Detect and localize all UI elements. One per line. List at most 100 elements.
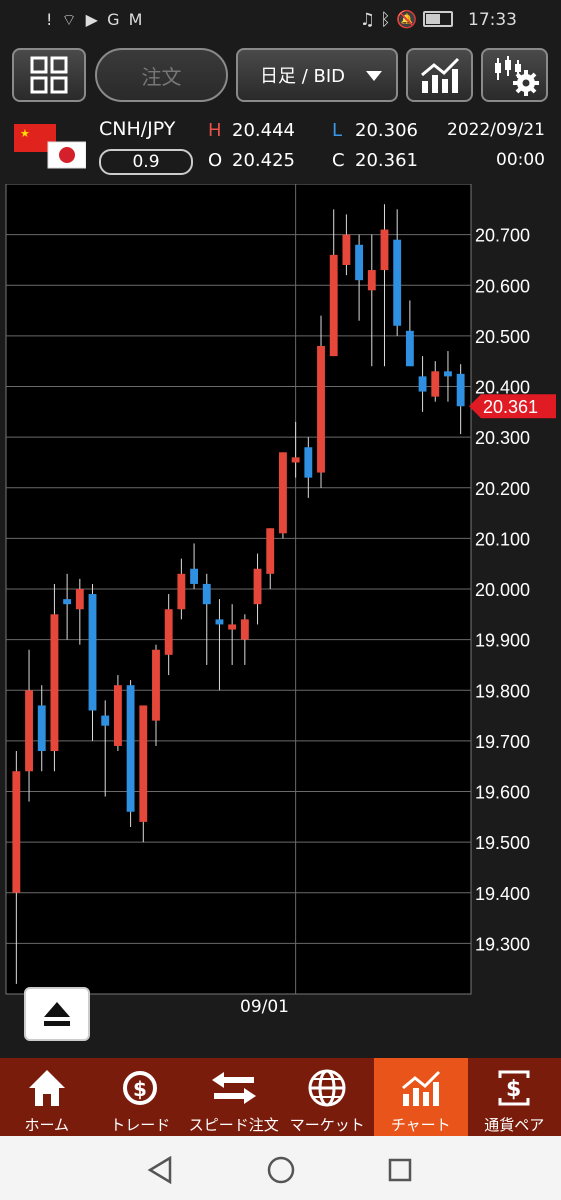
battery-icon bbox=[422, 11, 453, 27]
candle-body bbox=[215, 619, 224, 625]
nav-item-trade[interactable]: $ トレード bbox=[94, 1058, 188, 1136]
nav-label: 通貨ペア bbox=[484, 1116, 545, 1134]
svg-text:$: $ bbox=[133, 1077, 147, 1101]
y-axis-tick-label: 19.300 bbox=[475, 934, 530, 954]
y-axis-tick-label: 20.100 bbox=[475, 529, 530, 549]
headset-icon: ♫ bbox=[359, 10, 375, 30]
y-axis-tick-label: 20.600 bbox=[475, 276, 530, 296]
candle-body bbox=[164, 609, 173, 655]
chart-settings-button[interactable] bbox=[481, 48, 548, 102]
candle-body bbox=[355, 244, 364, 281]
chart-icon bbox=[401, 1070, 440, 1106]
candle-body bbox=[240, 619, 249, 640]
indicator-button[interactable] bbox=[406, 48, 473, 102]
candle-body bbox=[329, 254, 338, 357]
nav-label: スピード注文 bbox=[188, 1116, 279, 1134]
y-axis-tick-label: 19.600 bbox=[475, 783, 530, 803]
current-price-label: 20.361 bbox=[483, 397, 538, 417]
timeframe-label: 日足 / BID bbox=[260, 66, 346, 87]
y-axis-tick-label: 19.700 bbox=[475, 732, 530, 752]
candle-body bbox=[444, 371, 452, 377]
timeframe-select[interactable]: 日足 / BID bbox=[236, 48, 398, 102]
currency-flags-icon: ★ bbox=[14, 124, 86, 169]
x-axis-date-label: 09/01 bbox=[240, 997, 289, 1017]
y-axis-tick-label: 19.900 bbox=[475, 631, 530, 651]
back-icon[interactable] bbox=[146, 1156, 174, 1184]
mute-icon: 🔕 bbox=[396, 10, 418, 30]
candle-body bbox=[152, 649, 160, 721]
currency-pair: CNH/JPY bbox=[99, 118, 176, 140]
svg-text:$: $ bbox=[506, 1077, 521, 1102]
g-icon: G bbox=[107, 10, 122, 29]
candle-body bbox=[431, 371, 440, 397]
alert-icon: ! bbox=[46, 10, 55, 29]
candle-body bbox=[190, 568, 199, 584]
low-value: 20.306 bbox=[355, 120, 418, 141]
candle-body bbox=[266, 528, 275, 574]
grid-icon bbox=[30, 56, 68, 94]
y-axis-tick-label: 20.300 bbox=[475, 428, 530, 448]
market-globe-icon bbox=[308, 1069, 346, 1107]
y-axis-tick-label: 20.700 bbox=[475, 226, 530, 246]
recents-icon[interactable] bbox=[387, 1157, 413, 1183]
candle-body bbox=[126, 685, 135, 812]
candle-body bbox=[101, 715, 110, 726]
youtube-icon: ▶ bbox=[85, 10, 100, 29]
close-value: 20.361 bbox=[355, 150, 418, 171]
candle-body bbox=[75, 589, 84, 610]
candle-body bbox=[253, 568, 262, 605]
candle-body bbox=[12, 771, 21, 893]
currency-pair-icon: $ bbox=[498, 1070, 530, 1106]
close-label: C bbox=[332, 150, 345, 171]
status-icons-left: ! ⌔ ▶ G M bbox=[46, 10, 144, 30]
candle-body bbox=[63, 599, 72, 605]
nav-item-market[interactable]: マーケット bbox=[281, 1058, 375, 1136]
status-icons-right: ♫ ᛒ 🔕 17:33 bbox=[360, 10, 517, 30]
candle-body bbox=[228, 624, 237, 630]
status-time: 17:33 bbox=[468, 10, 517, 30]
order-button[interactable]: 注文 bbox=[95, 48, 228, 102]
home-circle-icon[interactable] bbox=[266, 1155, 296, 1185]
bluetooth-icon: ᛒ bbox=[380, 10, 391, 30]
open-value: 20.425 bbox=[232, 150, 295, 171]
gmail-icon: M bbox=[128, 10, 145, 29]
nav-item-chart[interactable]: チャート bbox=[374, 1058, 468, 1136]
chevron-down-icon bbox=[366, 71, 382, 81]
svg-text:★: ★ bbox=[20, 127, 30, 140]
candle-body bbox=[113, 685, 122, 746]
quote-date: 2022/09/21 bbox=[447, 120, 545, 140]
quote-time: 00:00 bbox=[496, 150, 545, 170]
candle-body bbox=[25, 690, 33, 772]
y-axis-tick-label: 20.200 bbox=[475, 479, 530, 499]
candle-body bbox=[393, 239, 402, 326]
speed-order-icon bbox=[211, 1072, 256, 1104]
nav-label: チャート bbox=[390, 1116, 451, 1134]
y-axis-tick-label: 19.800 bbox=[475, 681, 530, 701]
candle-body bbox=[202, 583, 211, 605]
y-axis-tick-label: 19.500 bbox=[475, 833, 530, 853]
status-bar: ! ⌔ ▶ G M ♫ ᛒ 🔕 17:33 bbox=[0, 0, 561, 42]
nav-item-home[interactable]: ホーム bbox=[0, 1058, 94, 1136]
low-label: L bbox=[332, 120, 343, 141]
nav-item-currency-pair[interactable]: $ 通貨ペア bbox=[468, 1058, 561, 1136]
high-label: H bbox=[208, 120, 222, 141]
bottom-nav: ホーム $ トレード スピード注文 マーケット チャート $ 通貨ペア bbox=[0, 1058, 561, 1136]
candle-body bbox=[367, 270, 376, 291]
collapse-panel-button[interactable] bbox=[24, 987, 90, 1041]
candle-body bbox=[380, 229, 389, 271]
candle-body bbox=[456, 373, 465, 407]
open-label: O bbox=[208, 150, 223, 171]
nav-item-speed-order[interactable]: スピード注文 bbox=[187, 1058, 281, 1136]
indicator-chart-icon bbox=[420, 57, 459, 93]
candle-body bbox=[418, 376, 427, 392]
menu-grid-button[interactable] bbox=[12, 48, 86, 102]
candlestick-chart[interactable]: 20.70020.60020.50020.40020.30020.20020.1… bbox=[0, 184, 561, 1060]
nav-label: ホーム bbox=[24, 1116, 70, 1134]
settings-gear-icon bbox=[494, 56, 539, 96]
high-value: 20.444 bbox=[232, 120, 295, 141]
candle-body bbox=[177, 573, 186, 610]
trade-icon: $ bbox=[123, 1071, 158, 1105]
y-axis-tick-label: 20.000 bbox=[475, 580, 530, 600]
quote-panel: ★ CNH/JPY 0.9 H 20.444 L 20.306 O 20.425… bbox=[0, 112, 561, 184]
spread-badge: 0.9 bbox=[99, 149, 193, 175]
